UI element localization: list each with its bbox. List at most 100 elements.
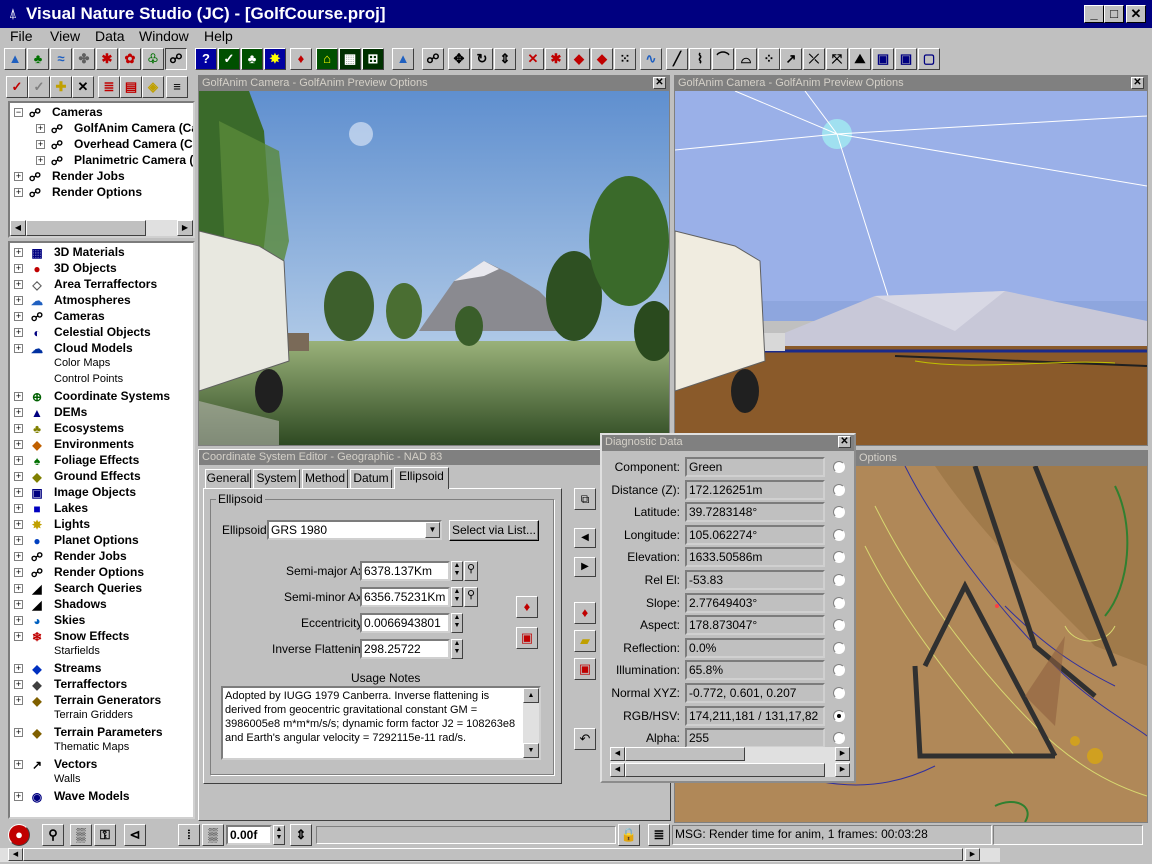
diagnostic-radio[interactable] [833, 619, 845, 632]
eccentricity-input[interactable]: 0.0066943801 [360, 613, 450, 633]
open-folder-icon[interactable]: ▰ [574, 630, 596, 652]
camera-tree-hscrollbar[interactable]: ◀ ▶ [10, 220, 193, 236]
frame-stepper[interactable]: ▲ ▼ [273, 825, 285, 845]
path-tool-icon[interactable]: ⊲ [124, 824, 146, 846]
tab-general[interactable]: General [205, 469, 251, 488]
copy-icon[interactable]: ⧉ [574, 488, 596, 510]
scroll-left-icon[interactable]: ◀ [610, 763, 625, 777]
diagnostic-radio[interactable] [833, 551, 845, 564]
close-button[interactable]: ✕ [1126, 5, 1146, 23]
diagnostic-radio[interactable] [833, 461, 845, 473]
menu-help[interactable]: Help [204, 28, 233, 44]
water-icon[interactable]: ≈ [50, 48, 72, 70]
next-arrow-icon[interactable]: ▶ [574, 557, 596, 577]
ellipsoid-select[interactable]: GRS 1980 ▼ [267, 520, 442, 540]
expander-icon[interactable]: + [14, 632, 23, 641]
line-tool-icon[interactable]: ╱ [666, 48, 688, 70]
menu-data[interactable]: Data [95, 28, 125, 44]
load-component-icon[interactable]: ♦ [574, 602, 596, 624]
prev-arrow-icon[interactable]: ◀ [574, 528, 596, 548]
tree-view-icon[interactable]: ♣ [241, 48, 263, 70]
menu-window[interactable]: Window [139, 28, 189, 44]
diagnostic-close-icon[interactable]: ✕ [838, 436, 851, 448]
expander-icon[interactable]: + [14, 728, 23, 737]
expander-icon[interactable]: + [14, 344, 23, 353]
select-via-list-button[interactable]: Select via List... [449, 520, 539, 541]
help-icon[interactable]: ? [195, 48, 217, 70]
path-icon[interactable]: ⌒ [712, 48, 734, 70]
fill-icon[interactable]: ◆ [591, 48, 613, 70]
expander-icon[interactable]: + [14, 568, 23, 577]
add-component-icon[interactable]: ✚ [50, 76, 72, 98]
tab-method[interactable]: Method [302, 469, 348, 488]
expander-icon[interactable]: + [14, 664, 23, 673]
diagnostic-radio[interactable] [833, 506, 845, 519]
expander-icon[interactable]: + [14, 424, 23, 433]
inverse-flattening-stepper[interactable]: ▲ ▼ [451, 639, 463, 659]
polyline-icon[interactable]: ⌇ [689, 48, 711, 70]
key-icon[interactable]: ⚿ [94, 824, 116, 846]
diagnostic-radio[interactable] [833, 596, 845, 609]
expander-icon[interactable]: + [14, 280, 23, 289]
remove-component-icon[interactable]: ✕ [72, 76, 94, 98]
expander-icon[interactable]: + [14, 760, 23, 769]
scroll-right-icon[interactable]: ▶ [965, 848, 980, 861]
measure-icon[interactable]: ↗ [780, 48, 802, 70]
scroll-thumb[interactable] [625, 747, 745, 761]
expander-icon[interactable]: + [14, 552, 23, 561]
expander-icon[interactable]: + [14, 584, 23, 593]
menu-view[interactable]: View [50, 28, 80, 44]
properties-icon[interactable]: ▤ [120, 76, 142, 98]
expander-icon[interactable]: + [14, 440, 23, 449]
maximize-button[interactable]: □ [1104, 5, 1124, 23]
expander-icon[interactable]: + [36, 156, 45, 165]
tab-datum[interactable]: Datum [350, 469, 392, 488]
semi-major-stepper[interactable]: ▲ ▼ [451, 561, 463, 581]
render-view-window[interactable]: GolfAnim Camera - GolfAnim Preview Optio… [198, 75, 670, 446]
expander-icon[interactable]: + [14, 408, 23, 417]
image2-icon[interactable]: ▣ [895, 48, 917, 70]
tab-system[interactable]: System [253, 469, 300, 488]
expander-icon[interactable]: + [14, 456, 23, 465]
semi-major-lock-icon[interactable]: ⚲ [464, 561, 478, 581]
semi-minor-stepper[interactable]: ▲ ▼ [451, 587, 463, 607]
preview-view-close-icon[interactable]: ✕ [1131, 77, 1144, 89]
scene-icon[interactable]: ⌂ [316, 48, 338, 70]
diagnostic-titlebar[interactable]: Diagnostic Data ✕ [602, 435, 854, 451]
diagnostic-radio[interactable] [833, 687, 845, 699]
expander-icon[interactable]: + [14, 504, 23, 513]
rotate-icon[interactable]: ↻ [471, 48, 493, 70]
hatch-icon[interactable]: ▒ [70, 824, 92, 846]
disable-icon[interactable]: ✓ [28, 76, 50, 98]
diagnostic-radio[interactable] [833, 732, 845, 745]
scroll-thumb[interactable] [26, 220, 146, 236]
preview-view-window[interactable]: GolfAnim Camera - GolfAnim Preview Optio… [674, 75, 1148, 446]
expander-icon[interactable]: + [14, 696, 23, 705]
minimize-button[interactable]: _ [1084, 5, 1104, 23]
profile-icon[interactable]: ⌓ [735, 48, 757, 70]
menu-file[interactable]: File [10, 28, 33, 44]
scroll-thumb[interactable] [23, 848, 963, 861]
scroll-right-icon[interactable]: ▶ [835, 763, 850, 777]
diagnostic-radio[interactable] [833, 709, 845, 722]
scroll-left-icon[interactable]: ◀ [10, 220, 26, 236]
scroll-left-icon[interactable]: ◀ [8, 848, 23, 861]
usage-notes-textarea[interactable]: Adopted by IUGG 1979 Canberra. Inverse f… [221, 686, 541, 760]
bug-icon[interactable]: ✱ [96, 48, 118, 70]
expander-icon[interactable]: + [14, 172, 23, 181]
scroll-up-icon[interactable]: ▲ [523, 688, 539, 703]
tree-icon[interactable]: ♣ [27, 48, 49, 70]
load-ellipsoid-icon[interactable]: ♦ [516, 596, 538, 618]
undo-icon[interactable]: ↶ [574, 728, 596, 750]
expander-icon[interactable]: + [14, 616, 23, 625]
chevron-down-icon[interactable]: ▼ [425, 522, 440, 538]
semi-major-input[interactable]: 6378.137Km [360, 561, 450, 581]
expander-icon[interactable]: + [36, 124, 45, 133]
save-component-icon[interactable]: ▣ [574, 658, 596, 680]
expander-icon[interactable]: + [14, 792, 23, 801]
points-icon[interactable]: ⁘ [758, 48, 780, 70]
diagnostic-radio[interactable] [833, 483, 845, 496]
expander-icon[interactable]: + [14, 520, 23, 529]
render-view-titlebar[interactable]: GolfAnim Camera - GolfAnim Preview Optio… [199, 76, 669, 91]
grid-points-icon[interactable]: ⁙ [614, 48, 636, 70]
